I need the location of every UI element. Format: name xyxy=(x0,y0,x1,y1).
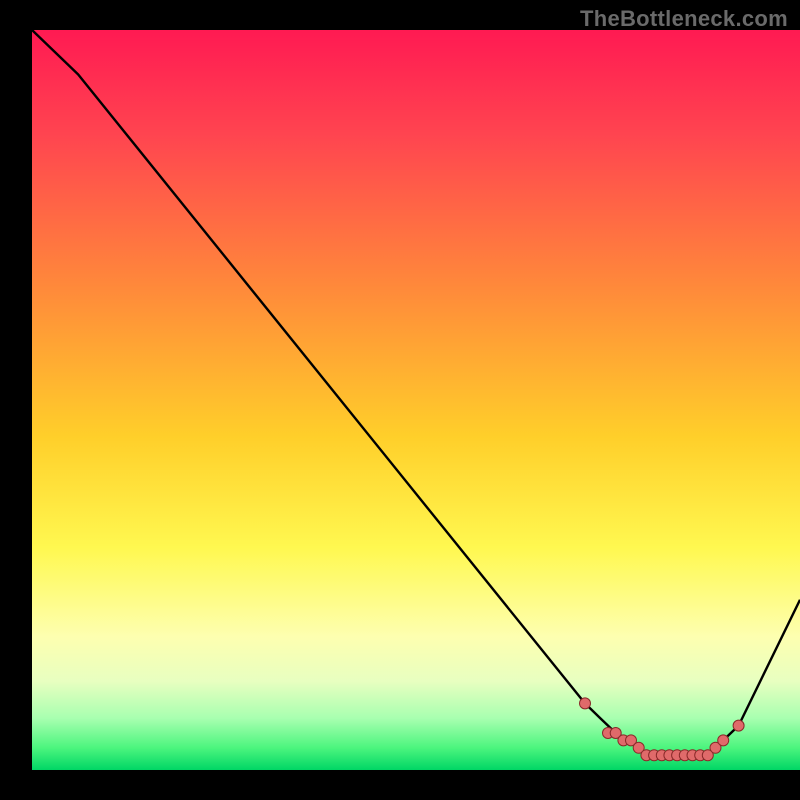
plot-area xyxy=(32,30,800,770)
gradient-background xyxy=(32,30,800,770)
marker-dot xyxy=(733,720,744,731)
marker-dot xyxy=(718,735,729,746)
marker-dot xyxy=(580,698,591,709)
watermark-text: TheBottleneck.com xyxy=(580,6,788,32)
bottleneck-chart xyxy=(0,0,800,800)
